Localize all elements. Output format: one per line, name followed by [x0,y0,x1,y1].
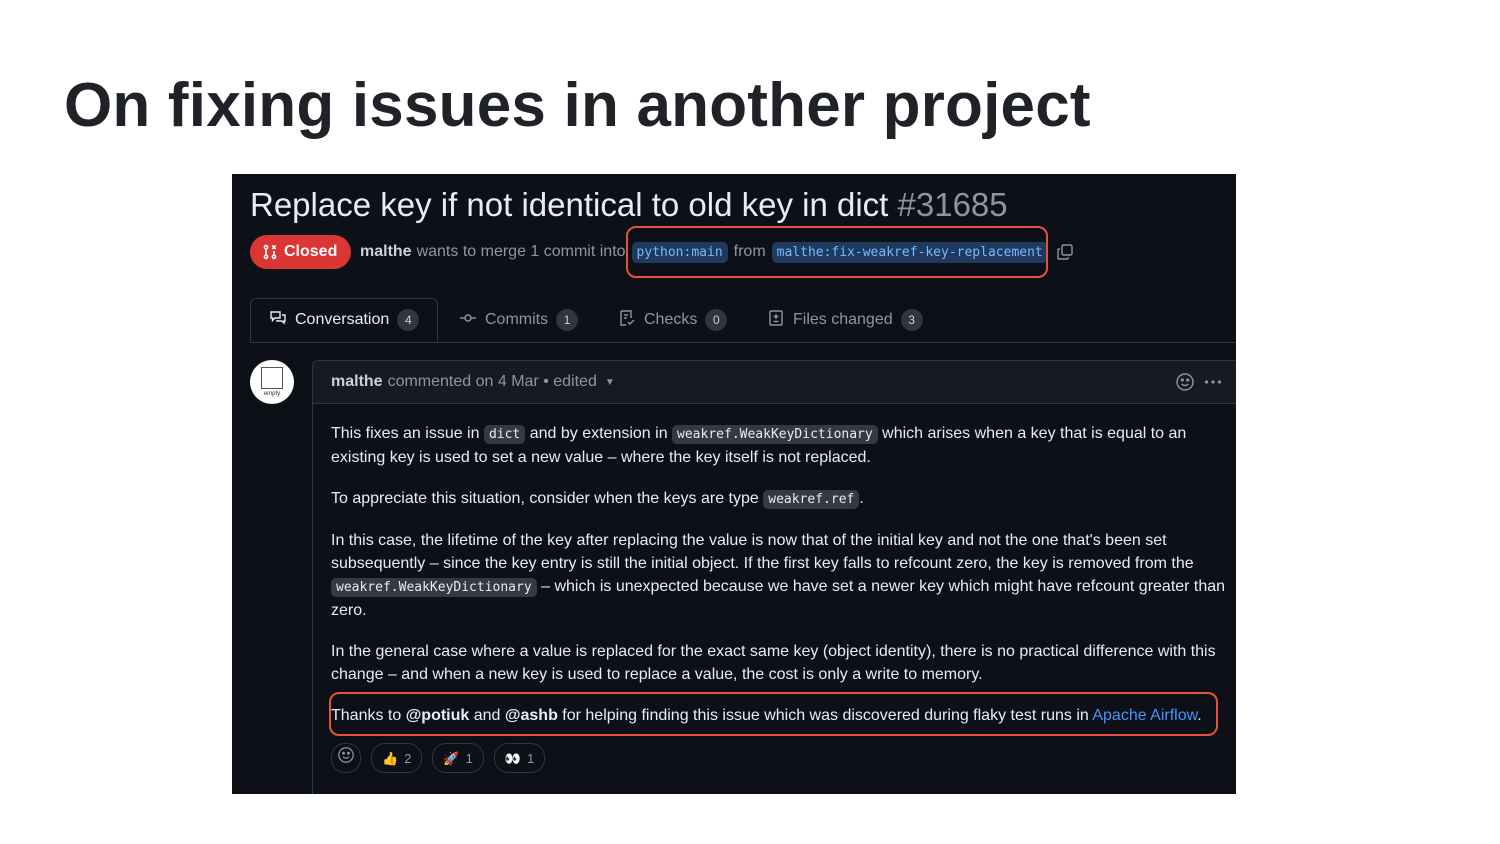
comment-actions [1175,372,1223,397]
add-reaction-button[interactable] [331,743,361,773]
kebab-horizontal-icon[interactable] [1203,372,1223,397]
copy-icon[interactable] [1056,243,1074,261]
paragraph-2: To appreciate this situation, consider w… [331,490,864,509]
paragraph-1: This fixes an issue in dict and by exten… [331,425,1187,466]
git-commit-icon [459,309,477,332]
reaction-count: 1 [527,750,535,766]
pr-title-text: Replace key if not identical to old key … [250,186,889,223]
github-pr-screenshot: Replace key if not identical to old key … [232,174,1236,794]
merge-text: wants to merge 1 commit into [416,243,626,260]
merge-info: malthe wants to merge 1 commit into pyth… [360,240,1074,264]
avatar-label: empty [263,391,281,397]
paragraph-4: In the general case where a value is rep… [331,643,1216,683]
mention-link[interactable]: @ashb [505,707,558,724]
inline-code: weakref.WeakKeyDictionary [331,578,537,597]
eyes-icon: 👀 [504,750,522,766]
from-label: from [733,243,766,260]
pull-request-closed-icon [262,244,278,260]
tab-count: 3 [900,309,923,331]
tab-count: 0 [705,309,728,331]
tab-count: 4 [397,309,420,331]
comment-discussion-icon [269,309,287,332]
inline-code: weakref.ref [763,490,860,509]
pr-tabs: Conversation 4 Commits 1 Checks 0 Files … [250,298,1236,343]
reactions-bar: 👍 2 🚀 1 👀 1 [331,743,1231,773]
base-branch[interactable]: python:main [631,241,728,263]
mention-link[interactable]: @potiuk [406,707,470,724]
tab-label: Conversation [295,311,390,328]
avatar[interactable]: empty [250,360,294,404]
checklist-icon [618,309,636,332]
thumbs-up-icon: 👍 [382,750,399,766]
inline-code: dict [483,425,526,444]
reaction-rocket[interactable]: 🚀 1 [432,743,484,773]
tab-checks[interactable]: Checks 0 [618,298,728,342]
comment-body: This fixes an issue in dict and by exten… [313,404,1236,773]
file-diff-icon [767,309,785,332]
status-badge: Closed [250,235,352,269]
comment-header: malthe commented on 4 Mar • edited ▼ [313,361,1236,404]
paragraph-5: Thanks to @potiuk and @ashb for helping … [331,707,1202,724]
tab-label: Files changed [793,311,893,328]
head-branch[interactable]: malthe:fix-weakref-key-replacement [771,241,1048,263]
rocket-icon: 🚀 [443,750,460,766]
pr-number: #31685 [897,186,1008,223]
tab-files-changed[interactable]: Files changed 3 [767,298,923,342]
pr-title: Replace key if not identical to old key … [250,186,1008,224]
tab-commits[interactable]: Commits 1 [459,298,579,342]
status-label: Closed [284,243,338,260]
smiley-icon [337,746,355,771]
reaction-eyes[interactable]: 👀 1 [493,743,546,773]
inline-code: weakref.WeakKeyDictionary [672,425,878,444]
pr-description-comment: malthe commented on 4 Mar • edited ▼ Thi… [312,360,1236,794]
avatar-placeholder-icon [261,367,283,389]
paragraph-3: In this case, the lifetime of the key af… [331,532,1226,619]
slide-title: On fixing issues in another project [64,71,1091,140]
apache-airflow-link[interactable]: Apache Airflow [1092,707,1197,724]
comment-author-link[interactable]: malthe [331,373,383,391]
tab-conversation[interactable]: Conversation 4 [250,298,439,342]
chevron-down-icon[interactable]: ▼ [605,377,615,388]
tab-label: Commits [485,311,549,328]
tab-count: 1 [556,309,579,331]
reaction-count: 2 [404,750,412,766]
reaction-count: 1 [465,750,473,766]
pr-author-link[interactable]: malthe [360,243,412,261]
reaction-thumbs-up[interactable]: 👍 2 [371,743,423,773]
tab-label: Checks [644,311,698,328]
comment-meta[interactable]: commented on 4 Mar • edited [388,373,597,391]
smiley-icon[interactable] [1175,372,1195,397]
